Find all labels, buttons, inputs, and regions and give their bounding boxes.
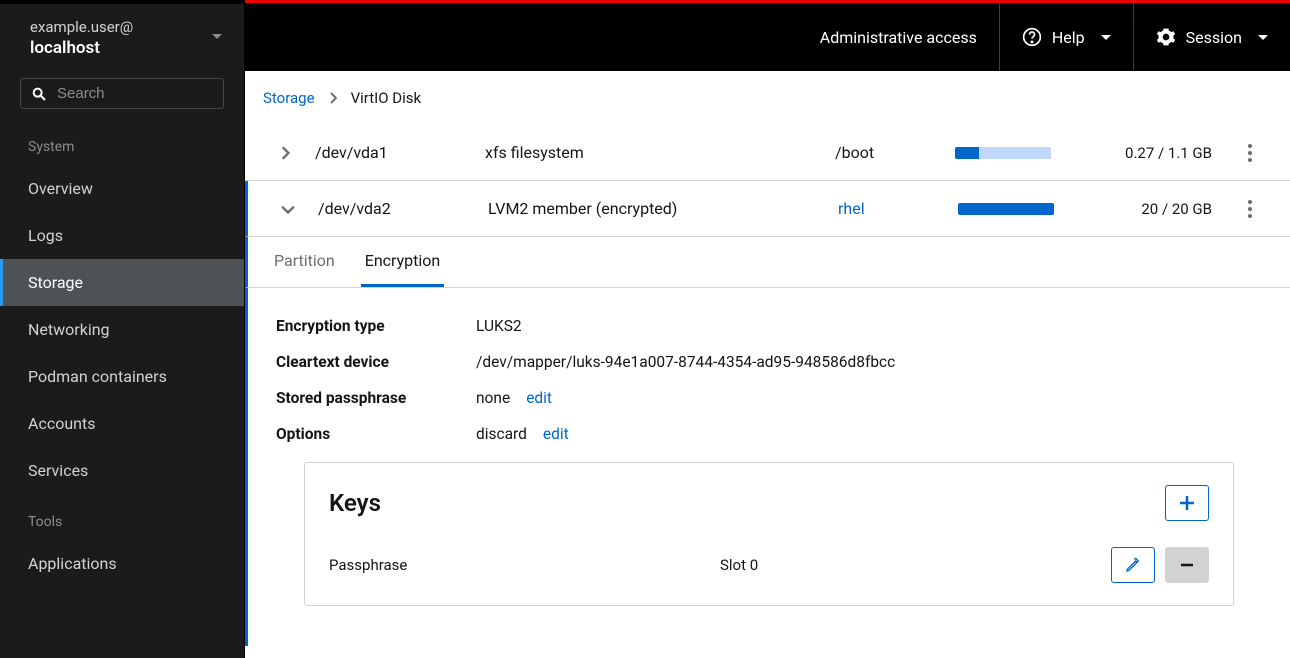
caret-down-icon xyxy=(212,34,222,39)
pencil-icon xyxy=(1125,557,1141,573)
partition-row: /dev/vda2 LVM2 member (encrypted) rhel 2… xyxy=(245,181,1290,237)
key-slot: Slot 0 xyxy=(720,556,1111,574)
expand-toggle[interactable] xyxy=(255,146,315,160)
label-encryption-type: Encryption type xyxy=(276,317,476,335)
gear-icon xyxy=(1156,27,1176,47)
session-menu[interactable]: Session xyxy=(1133,3,1290,71)
delete-key-button[interactable] xyxy=(1165,547,1209,583)
options-text: discard xyxy=(476,425,527,443)
key-type: Passphrase xyxy=(329,556,720,574)
help-label: Help xyxy=(1052,28,1085,47)
edit-key-button[interactable] xyxy=(1111,547,1155,583)
value-options: discard edit xyxy=(476,425,1262,443)
search-icon xyxy=(31,86,47,102)
edit-options-link[interactable]: edit xyxy=(543,425,569,443)
tab-partition[interactable]: Partition xyxy=(270,237,339,287)
partition-row: /dev/vda1 xfs filesystem /boot 0.27 / 1.… xyxy=(245,125,1290,181)
label-cleartext-device: Cleartext device xyxy=(276,353,476,371)
plus-icon xyxy=(1179,495,1195,511)
add-key-button[interactable] xyxy=(1165,485,1209,521)
username: example.user@ xyxy=(30,18,224,36)
usage-text: 0.27 / 1.1 GB xyxy=(1075,144,1220,162)
help-menu[interactable]: Help xyxy=(999,3,1133,71)
caret-down-icon xyxy=(1258,35,1268,40)
hostname: localhost xyxy=(30,38,224,58)
usage-bar xyxy=(958,203,1078,215)
keys-heading: Keys xyxy=(329,489,381,517)
session-label: Session xyxy=(1186,28,1242,47)
row-menu[interactable] xyxy=(1220,144,1280,162)
nav-section-system: System xyxy=(0,119,244,165)
value-stored-passphrase: none edit xyxy=(476,389,1262,407)
edit-passphrase-link[interactable]: edit xyxy=(526,389,552,407)
breadcrumb: Storage VirtIO Disk xyxy=(245,71,1290,125)
sidebar: example.user@ localhost System Overview … xyxy=(0,0,245,658)
host-selector[interactable]: example.user@ localhost xyxy=(0,0,244,62)
admin-access-button[interactable]: Administrative access xyxy=(798,3,999,71)
stored-passphrase-text: none xyxy=(476,389,510,407)
minus-icon xyxy=(1179,557,1195,573)
nav-applications[interactable]: Applications xyxy=(0,540,244,587)
vg-link[interactable]: rhel xyxy=(838,199,865,218)
partition-mount: rhel xyxy=(838,199,958,218)
nav-podman[interactable]: Podman containers xyxy=(0,353,244,400)
tab-encryption[interactable]: Encryption xyxy=(361,237,445,287)
label-options: Options xyxy=(276,425,476,443)
partition-fs: LVM2 member (encrypted) xyxy=(488,199,838,218)
main: Administrative access Help Session xyxy=(245,0,1290,658)
encryption-details: Encryption type LUKS2 Cleartext device /… xyxy=(245,288,1290,646)
keys-card: Keys Passphrase Slot 0 xyxy=(304,462,1234,606)
admin-access-label: Administrative access xyxy=(820,28,977,47)
nav-networking[interactable]: Networking xyxy=(0,306,244,353)
key-row: Passphrase Slot 0 xyxy=(329,547,1209,583)
search-input-container xyxy=(20,78,224,109)
caret-down-icon xyxy=(1101,35,1111,40)
breadcrumb-storage[interactable]: Storage xyxy=(263,89,315,107)
partition-mount: /boot xyxy=(835,143,955,162)
nav-logs[interactable]: Logs xyxy=(0,212,244,259)
expand-toggle[interactable] xyxy=(258,204,318,214)
value-encryption-type: LUKS2 xyxy=(476,317,1262,335)
usage-bar xyxy=(955,147,1075,159)
partition-device: /dev/vda1 xyxy=(315,143,485,162)
nav-overview[interactable]: Overview xyxy=(0,165,244,212)
nav-storage[interactable]: Storage xyxy=(0,259,244,306)
chevron-right-icon xyxy=(329,92,337,104)
nav-section-tools: Tools xyxy=(0,494,244,540)
usage-text: 20 / 20 GB xyxy=(1078,200,1220,218)
nav-services[interactable]: Services xyxy=(0,447,244,494)
value-cleartext-device: /dev/mapper/luks-94e1a007-8744-4354-ad95… xyxy=(476,353,1262,371)
search-input[interactable] xyxy=(57,85,213,102)
topbar: Administrative access Help Session xyxy=(245,0,1290,71)
breadcrumb-current: VirtIO Disk xyxy=(351,89,422,107)
detail-tabs: Partition Encryption xyxy=(245,237,1290,288)
help-icon xyxy=(1022,27,1042,47)
label-stored-passphrase: Stored passphrase xyxy=(276,389,476,407)
partition-fs: xfs filesystem xyxy=(485,143,835,162)
row-menu[interactable] xyxy=(1220,200,1280,218)
nav-accounts[interactable]: Accounts xyxy=(0,400,244,447)
partition-device: /dev/vda2 xyxy=(318,199,488,218)
